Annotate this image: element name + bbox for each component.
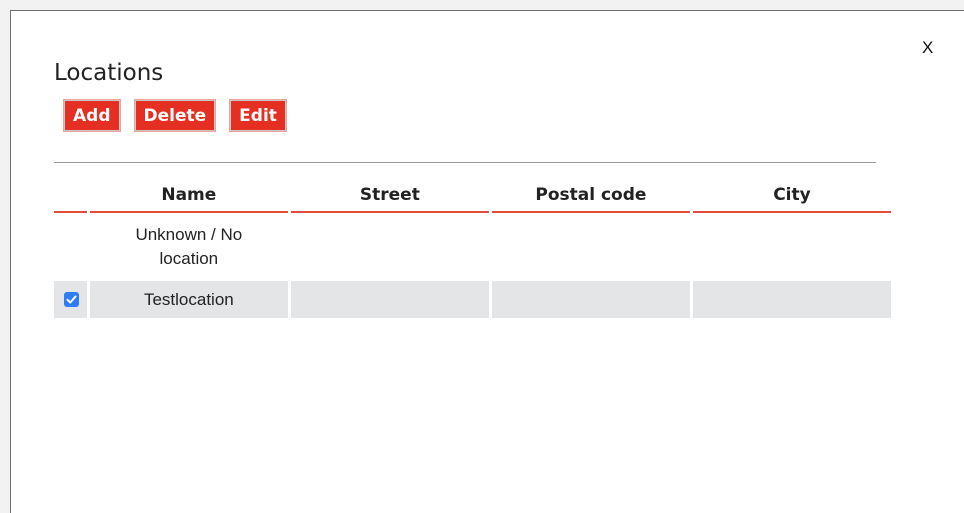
row-select-cell[interactable]: [54, 281, 87, 318]
edit-button[interactable]: Edit: [229, 99, 287, 132]
cell-street: [290, 281, 489, 318]
locations-table: Name Street Postal code City Unknown / N…: [51, 179, 894, 318]
column-header-street[interactable]: Street: [290, 179, 489, 213]
table-row[interactable]: Unknown / No location: [54, 213, 891, 281]
delete-button[interactable]: Delete: [133, 99, 217, 132]
cell-name-text: Unknown / No location: [135, 225, 243, 268]
cell-postal-code: [492, 213, 690, 281]
cell-city: [693, 213, 891, 281]
close-button[interactable]: X: [922, 38, 933, 58]
divider: [54, 162, 876, 163]
cell-city: [692, 281, 891, 318]
column-header-name[interactable]: Name: [89, 179, 288, 213]
row-select-cell[interactable]: [54, 213, 87, 281]
column-header-select: [54, 179, 87, 213]
add-button[interactable]: Add: [63, 99, 121, 132]
row-checkbox[interactable]: [64, 291, 79, 307]
cell-name: Testlocation: [89, 281, 288, 318]
table-row[interactable]: Testlocation: [54, 281, 891, 318]
cell-postal-code: [491, 281, 690, 318]
page-title: Locations: [54, 60, 164, 86]
table-header-row: Name Street Postal code City: [54, 179, 891, 213]
locations-dialog: X Locations Add Delete Edit Name Street …: [10, 10, 964, 513]
column-header-city[interactable]: City: [692, 179, 891, 213]
toolbar: Add Delete Edit: [63, 99, 287, 132]
checkmark-icon: [66, 295, 77, 304]
cell-name: Unknown / No location: [90, 213, 288, 281]
column-header-postal-code[interactable]: Postal code: [491, 179, 690, 213]
cell-street: [291, 213, 489, 281]
